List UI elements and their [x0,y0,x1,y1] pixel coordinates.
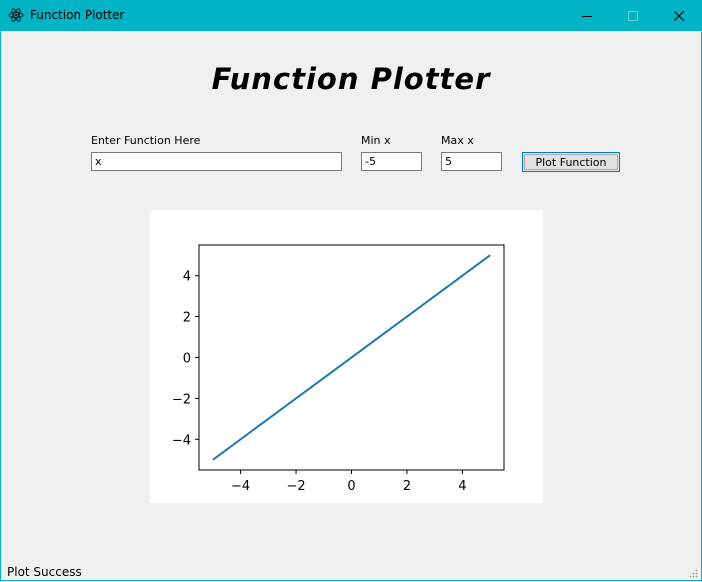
max-x-input[interactable] [441,152,502,171]
maximize-icon [628,10,638,21]
minimize-icon [582,15,592,17]
maximize-button[interactable] [610,0,656,31]
resize-grip-icon[interactable] [688,568,698,578]
x-tick-label: 0 [347,479,355,494]
status-text: Plot Success [7,565,82,579]
max-x-label: Max x [441,134,474,147]
function-label: Enter Function Here [91,134,201,147]
plot-canvas: −4 −2 0 2 4 −4 −2 0 2 4 [150,210,543,503]
page-title: Function Plotter [211,62,491,96]
y-tick-label: 4 [183,270,191,285]
x-tick-label: −2 [286,479,305,494]
plot-function-button[interactable]: Plot Function [522,152,620,172]
window-title: Function Plotter [30,8,125,22]
minimize-button[interactable] [564,0,610,31]
title-bar: Function Plotter [0,0,702,31]
y-tick-label: −4 [172,433,191,448]
x-tick-label: −4 [231,479,250,494]
y-tick-label: −2 [172,392,191,407]
min-x-label: Min x [361,134,391,147]
min-x-input[interactable] [361,152,422,171]
app-atom-icon [8,8,24,22]
function-chart: −4 −2 0 2 4 −4 −2 0 2 4 [172,244,505,494]
y-tick-label: 2 [183,311,191,326]
y-tick-label: 0 [183,352,191,367]
x-tick-label: 4 [458,479,466,494]
function-input[interactable] [91,152,342,171]
close-button[interactable] [656,0,702,31]
x-tick-label: 2 [403,479,411,494]
close-icon [674,10,684,21]
